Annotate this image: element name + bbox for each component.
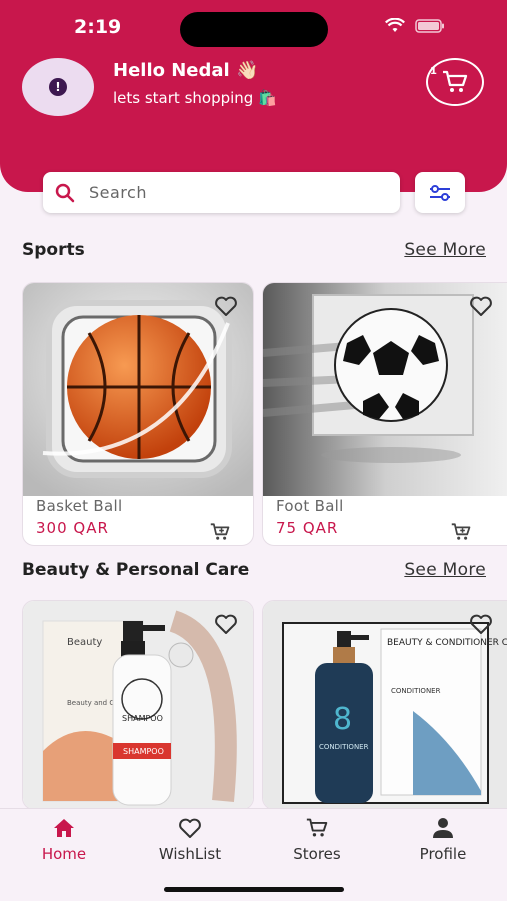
product-price: 75 QAR <box>276 519 339 537</box>
product-name: Foot Ball <box>276 497 344 515</box>
cart-badge: 1 <box>430 66 437 77</box>
nav-wishlist-label: WishList <box>158 845 222 863</box>
bottle-number-text: 8 <box>333 702 352 737</box>
product-card-shampoo[interactable]: Beauty Beauty and Care SHAMPOO SHAMPOO <box>22 600 254 810</box>
home-indicator <box>164 887 344 892</box>
box-sub-text: CONDITIONER <box>391 687 441 695</box>
shampoo-band-text: SHAMPOO <box>123 747 164 756</box>
add-to-cart-icon[interactable] <box>450 522 472 542</box>
see-more-beauty-link[interactable]: See More <box>404 560 486 580</box>
product-card-conditioner[interactable]: BEAUTY & CONDITIONER CONDITIONER CONDITI… <box>262 600 507 810</box>
heart-icon <box>179 818 201 838</box>
search-input[interactable] <box>87 182 361 203</box>
home-icon <box>54 819 74 837</box>
see-more-sports-link[interactable]: See More <box>404 240 486 260</box>
dynamic-island <box>180 12 328 47</box>
section-title-sports: Sports <box>22 240 85 260</box>
wifi-icon <box>385 18 405 32</box>
status-bar: 2:19 <box>0 0 507 52</box>
search-bar[interactable] <box>43 172 400 213</box>
person-icon <box>433 818 453 838</box>
battery-icon <box>415 19 444 33</box>
add-to-cart-icon[interactable] <box>209 522 231 542</box>
search-icon <box>55 183 75 202</box>
product-price: 300 QAR <box>36 519 109 537</box>
brand-title-text: Beauty <box>67 637 102 648</box>
status-time: 2:19 <box>74 16 122 38</box>
avatar[interactable]: ! <box>22 58 94 116</box>
shopping-cart-icon <box>443 70 468 92</box>
product-card-football[interactable]: Foot Ball 75 QAR <box>262 282 507 546</box>
status-icons <box>385 18 445 34</box>
nav-stores-label: Stores <box>293 845 341 863</box>
wishlist-heart-icon[interactable] <box>214 295 238 317</box>
wishlist-heart-icon[interactable] <box>469 295 493 317</box>
wishlist-heart-icon[interactable] <box>214 613 238 635</box>
nav-profile-label: Profile <box>419 845 467 863</box>
product-card-basketball[interactable]: Basket Ball 300 QAR <box>22 282 254 546</box>
greeting-subtitle: lets start shopping 🛍️ <box>113 89 277 107</box>
nav-home-label: Home <box>41 845 87 863</box>
cart-button[interactable]: 1 <box>426 58 484 106</box>
filter-sliders-icon <box>430 184 450 201</box>
cart-icon <box>306 818 328 837</box>
nav-profile[interactable]: Profile <box>383 817 503 863</box>
nav-stores[interactable]: Stores <box>257 817 377 863</box>
section-title-beauty: Beauty & Personal Care <box>22 560 250 580</box>
bottle-label-text: CONDITIONER <box>319 743 369 751</box>
greeting-title: Hello Nedal 👋🏻 <box>113 60 259 81</box>
filter-button[interactable] <box>415 172 465 213</box>
nav-wishlist[interactable]: WishList <box>130 817 250 863</box>
box-title-text: BEAUTY & CONDITIONER CONDITIONER <box>387 638 507 648</box>
wishlist-heart-icon[interactable] <box>469 613 493 635</box>
alert-icon: ! <box>49 78 67 96</box>
product-name: Basket Ball <box>36 497 123 515</box>
shampoo-label-text: SHAMPOO <box>122 714 163 723</box>
nav-home[interactable]: Home <box>4 817 124 863</box>
